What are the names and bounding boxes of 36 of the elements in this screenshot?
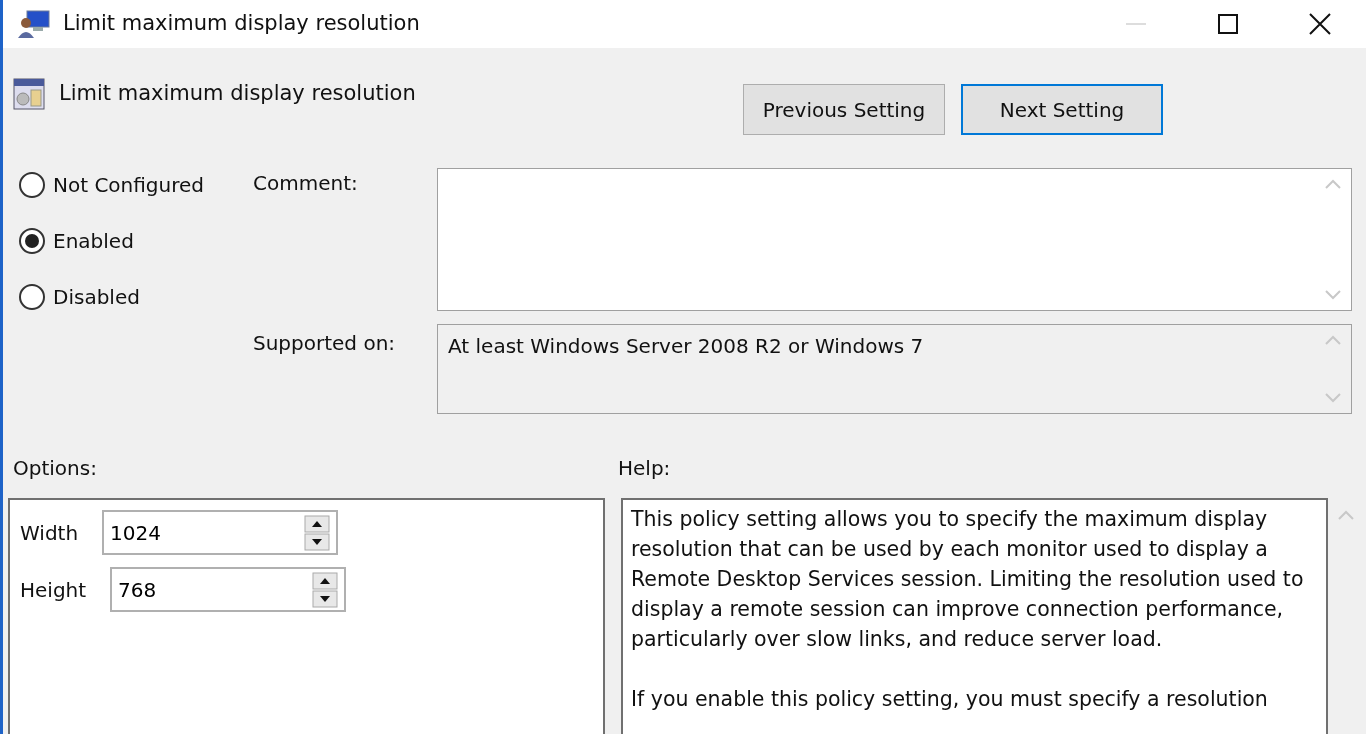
help-paragraph: If you enable this policy setting, you must specify a resolution [631,686,1269,713]
help-paragraph: This policy setting allows you to specify the maximum display resolution that can be used by each monitor used to display a Remote Desktop Services session. Limiting the resolution used to display a remote session can improve connection performance, particularly over slow links, and reduce server load. [631,506,1305,653]
options-label: Options: [13,456,97,480]
spin-arrows-icon [312,571,338,608]
scroll-up-icon [1338,510,1354,520]
radio-button[interactable] [19,283,45,310]
radio-label[interactable]: Disabled [53,281,140,312]
supported-on-label: Supported on: [253,330,397,357]
radio-label[interactable]: Enabled [53,225,134,256]
scroll-up-icon [1325,335,1341,345]
scroll-up-icon [1325,179,1341,189]
radio-label[interactable]: Not Configured [53,169,205,200]
number-spinner[interactable]: 768 [110,567,346,612]
scroll-down-icon [1325,290,1341,300]
policy-title: Limit maximum display resolution [59,80,416,107]
field-label: Height [20,576,88,604]
comment-label: Comment: [253,170,359,197]
number-spinner[interactable]: 1024 [102,510,338,555]
radio-button[interactable] [19,171,45,198]
previous-setting-button[interactable]: Previous Setting [743,84,945,135]
spin-arrows-icon [304,514,330,551]
radio-button[interactable] [19,227,45,254]
comment-field[interactable] [437,168,1352,311]
policy-settings-icon [13,78,45,110]
close-icon [1309,13,1331,35]
scroll-down-icon [1325,393,1341,403]
computer-user-icon [17,9,51,39]
help-label: Help: [618,455,671,482]
maximize-icon [1218,14,1238,34]
next-setting-button[interactable]: Next Setting [961,84,1163,135]
field-label: Width [20,519,80,547]
number-field[interactable]: 768 [116,573,312,606]
number-field[interactable]: 1024 [108,516,304,549]
supported-on-text: At least Windows Server 2008 R2 or Windows 7 [447,333,925,360]
window-title: Limit maximum display resolution [63,10,420,38]
minimize-icon [1126,23,1146,25]
